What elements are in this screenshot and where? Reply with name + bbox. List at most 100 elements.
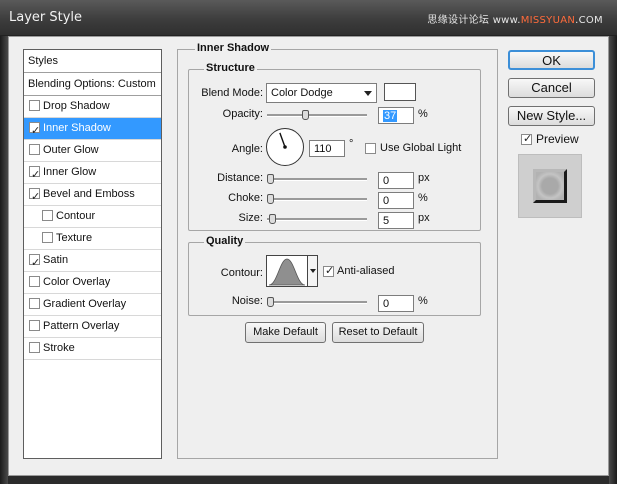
slider-thumb[interactable] bbox=[268, 214, 276, 224]
style-item-pattern-overlay[interactable]: Pattern Overlay bbox=[24, 316, 161, 338]
style-item-label: Stroke bbox=[43, 342, 75, 354]
contour-picker[interactable] bbox=[266, 255, 308, 287]
style-item-texture[interactable]: Texture bbox=[24, 228, 161, 250]
contour-dropdown-icon[interactable] bbox=[308, 255, 318, 287]
styles-header[interactable]: Styles bbox=[24, 50, 161, 73]
angle-dial[interactable] bbox=[266, 128, 304, 166]
style-item-checkbox[interactable] bbox=[29, 342, 40, 353]
quality-group: Quality Contour: Anti-aliased Noise: 0 % bbox=[188, 235, 481, 316]
watermark-accent: MISSYUAN bbox=[520, 15, 576, 26]
preview-swatch bbox=[533, 169, 567, 203]
angle-needle-icon bbox=[279, 132, 287, 149]
style-item-inner-shadow[interactable]: Inner Shadow bbox=[24, 118, 161, 141]
style-item-drop-shadow[interactable]: Drop Shadow bbox=[24, 96, 161, 118]
style-item-checkbox[interactable] bbox=[29, 276, 40, 287]
layer-style-dialog: Styles Blending Options: Custom Drop Sha… bbox=[8, 36, 609, 476]
opacity-slider[interactable] bbox=[267, 110, 367, 120]
style-item-checkbox[interactable] bbox=[29, 320, 40, 331]
section-title: Inner Shadow bbox=[195, 42, 272, 54]
make-default-button[interactable]: Make Default bbox=[245, 322, 326, 343]
size-slider[interactable] bbox=[267, 214, 367, 224]
new-style-button[interactable]: New Style... bbox=[508, 106, 595, 126]
noise-unit: % bbox=[418, 295, 428, 307]
opacity-input[interactable]: 37 bbox=[378, 107, 414, 124]
size-input[interactable]: 5 bbox=[378, 212, 414, 229]
blend-mode-label: Blend Mode: bbox=[201, 87, 263, 99]
ok-button[interactable]: OK bbox=[508, 50, 595, 70]
style-item-label: Satin bbox=[43, 254, 69, 266]
style-item-gradient-overlay[interactable]: Gradient Overlay bbox=[24, 294, 161, 316]
size-value: 5 bbox=[383, 215, 390, 227]
style-item-contour[interactable]: Contour bbox=[24, 206, 161, 228]
style-item-stroke[interactable]: Stroke bbox=[24, 338, 161, 360]
distance-input[interactable]: 0 bbox=[378, 172, 414, 189]
window-title: Layer Style bbox=[9, 10, 83, 25]
watermark-end: .COM bbox=[575, 15, 603, 26]
contour-label: Contour: bbox=[220, 267, 263, 279]
choke-input[interactable]: 0 bbox=[378, 192, 414, 209]
style-item-label: Inner Glow bbox=[43, 166, 97, 178]
style-item-checkbox[interactable] bbox=[42, 232, 53, 243]
structure-title: Structure bbox=[204, 62, 257, 74]
style-item-checkbox[interactable] bbox=[29, 144, 40, 155]
anti-aliased-checkbox[interactable] bbox=[323, 264, 334, 277]
style-item-inner-glow[interactable]: Inner Glow bbox=[24, 162, 161, 185]
style-item-checkbox[interactable] bbox=[29, 252, 40, 273]
style-item-label: Texture bbox=[56, 232, 93, 244]
style-item-label: Drop Shadow bbox=[43, 100, 110, 112]
opacity-unit: % bbox=[418, 108, 428, 120]
style-item-label: Color Overlay bbox=[43, 276, 111, 288]
distance-label: Distance: bbox=[217, 172, 263, 184]
noise-label: Noise: bbox=[231, 295, 263, 307]
distance-slider[interactable] bbox=[267, 174, 367, 184]
noise-input[interactable]: 0 bbox=[378, 295, 414, 312]
choke-slider[interactable] bbox=[267, 194, 367, 204]
style-item-checkbox[interactable] bbox=[29, 100, 40, 111]
slider-thumb[interactable] bbox=[267, 297, 274, 307]
style-item-bevel-and-emboss[interactable]: Bevel and Emboss bbox=[24, 184, 161, 207]
blend-mode-select[interactable]: Color Dodge bbox=[266, 83, 377, 103]
style-item-outer-glow[interactable]: Outer Glow bbox=[24, 140, 161, 162]
choke-value: 0 bbox=[383, 195, 390, 207]
size-label: Size: bbox=[238, 212, 263, 224]
style-item-label: Bevel and Emboss bbox=[43, 188, 135, 200]
chevron-down-icon bbox=[364, 91, 372, 96]
style-item-checkbox[interactable] bbox=[29, 186, 40, 207]
slider-track bbox=[267, 178, 367, 181]
slider-track bbox=[267, 198, 367, 201]
right-window-edge bbox=[609, 36, 617, 484]
blend-color-swatch[interactable] bbox=[384, 83, 416, 101]
styles-list: Styles Blending Options: Custom Drop Sha… bbox=[23, 49, 162, 459]
angle-label: Angle: bbox=[231, 143, 263, 155]
angle-unit: ° bbox=[349, 138, 354, 150]
style-item-color-overlay[interactable]: Color Overlay bbox=[24, 272, 161, 294]
blending-options-item[interactable]: Blending Options: Custom bbox=[24, 73, 161, 96]
style-item-checkbox[interactable] bbox=[42, 210, 53, 221]
opacity-label: Opacity: bbox=[222, 108, 263, 120]
style-item-satin[interactable]: Satin bbox=[24, 250, 161, 273]
quality-title: Quality bbox=[204, 235, 246, 247]
reset-to-default-button[interactable]: Reset to Default bbox=[332, 322, 424, 343]
slider-thumb[interactable] bbox=[267, 194, 274, 204]
choke-unit: % bbox=[418, 192, 428, 204]
style-item-checkbox[interactable] bbox=[29, 298, 40, 309]
slider-thumb[interactable] bbox=[301, 110, 309, 120]
style-preview-thumbnail bbox=[518, 154, 582, 218]
blend-mode-value: Color Dodge bbox=[271, 87, 333, 99]
use-global-light-checkbox[interactable] bbox=[365, 143, 376, 154]
style-item-label: Outer Glow bbox=[43, 144, 99, 156]
noise-slider[interactable] bbox=[267, 297, 367, 307]
slider-track bbox=[267, 218, 367, 221]
size-unit: px bbox=[418, 212, 430, 224]
use-global-light-label: Use Global Light bbox=[380, 142, 462, 154]
noise-value: 0 bbox=[383, 298, 390, 310]
style-item-checkbox[interactable] bbox=[29, 164, 40, 185]
slider-track bbox=[267, 114, 367, 117]
slider-thumb[interactable] bbox=[267, 174, 274, 184]
style-item-label: Gradient Overlay bbox=[43, 298, 127, 310]
preview-checkbox[interactable] bbox=[521, 132, 532, 145]
angle-input[interactable]: 110 bbox=[309, 140, 345, 157]
inner-shadow-panel: Inner Shadow Structure Blend Mode: Color… bbox=[177, 42, 498, 459]
cancel-button[interactable]: Cancel bbox=[508, 78, 595, 98]
style-item-checkbox[interactable] bbox=[29, 120, 40, 141]
